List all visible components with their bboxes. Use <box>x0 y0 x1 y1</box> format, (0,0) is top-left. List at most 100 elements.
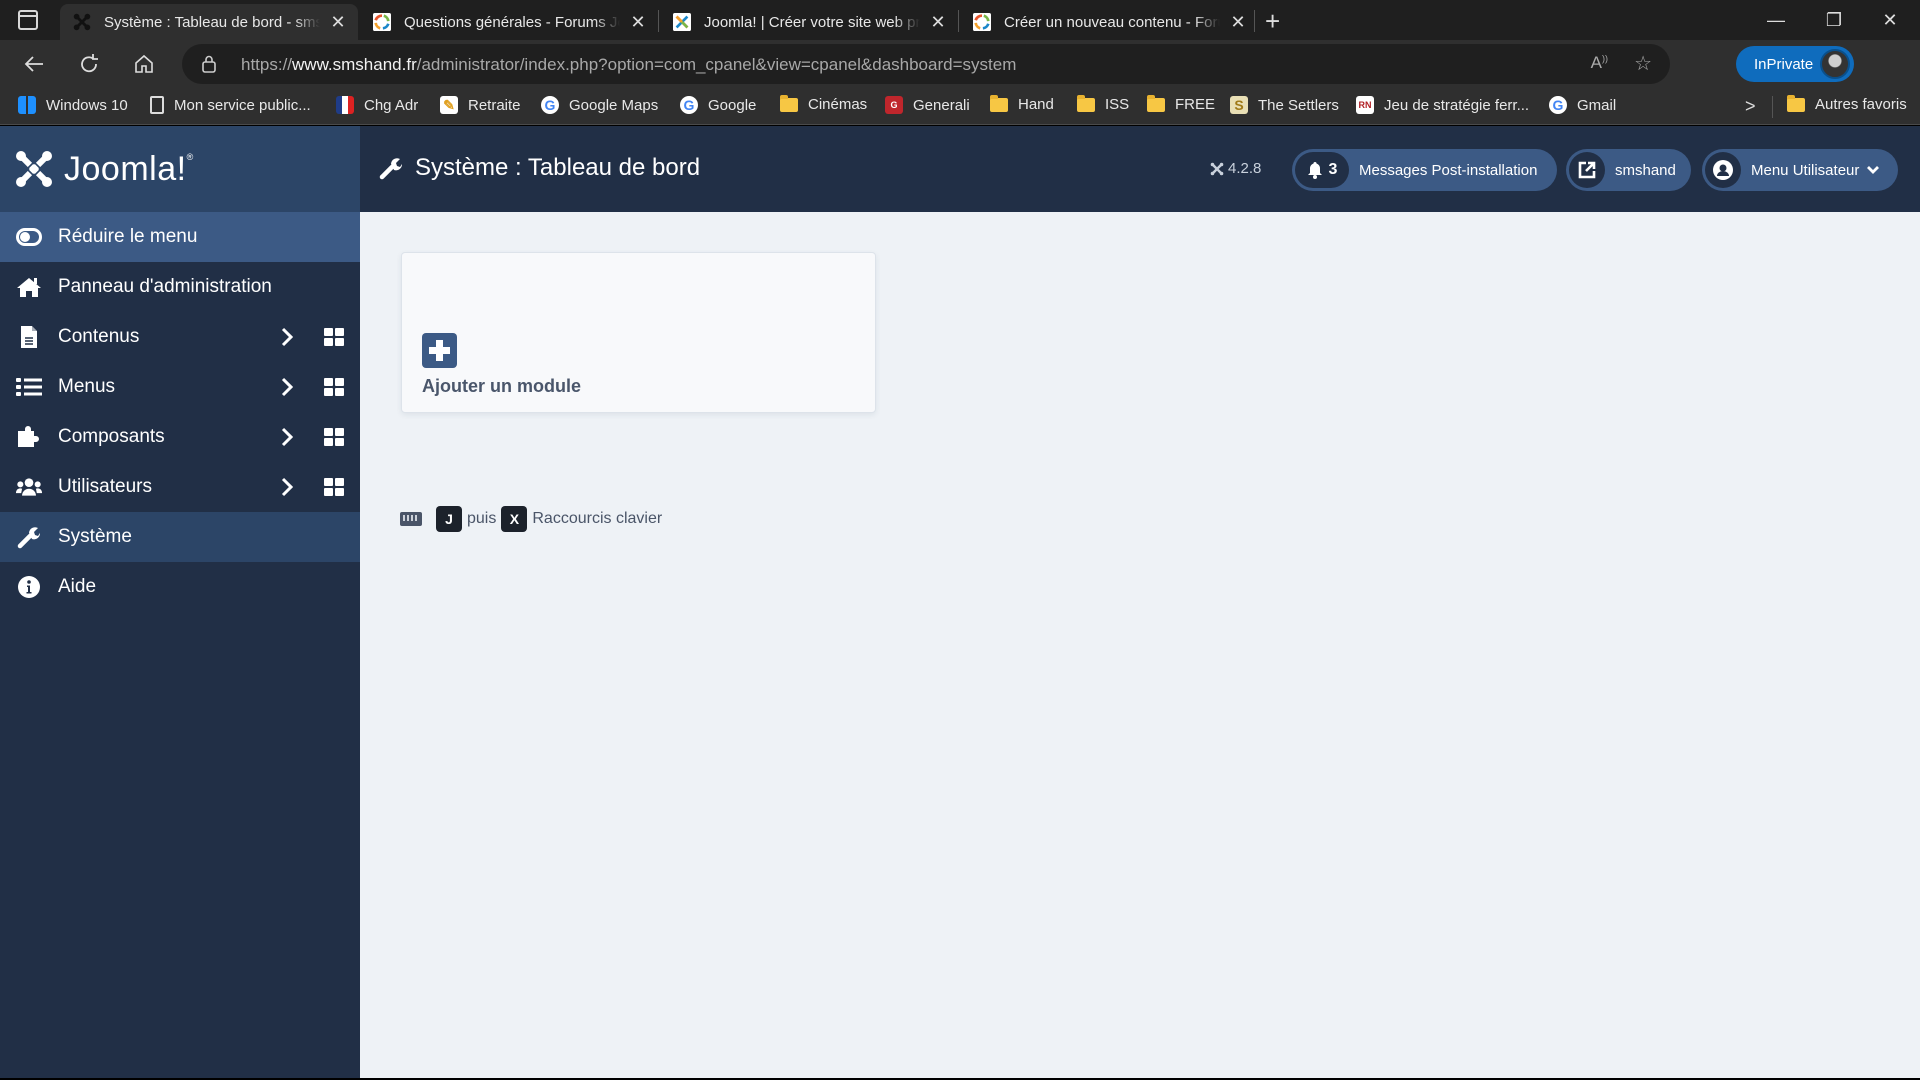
bookmark-item[interactable]: G Google <box>680 96 756 114</box>
joomla-icon <box>1210 162 1224 175</box>
joomla-icon <box>72 12 92 32</box>
close-tab-icon[interactable]: ✕ <box>1228 12 1248 33</box>
user-menu-button[interactable]: Menu Utilisateur <box>1702 149 1898 191</box>
page-icon <box>150 96 164 114</box>
wrench-icon <box>16 524 42 550</box>
bookmark-item[interactable]: Hand <box>990 94 1054 113</box>
sidebar-item-dashboard[interactable]: Panneau d'administration <box>0 262 360 312</box>
restore-button[interactable]: ❐ <box>1806 0 1862 40</box>
chevron-right-icon[interactable] <box>281 427 293 447</box>
user-menu-label: Menu Utilisateur <box>1751 161 1860 179</box>
sidebar-item-components[interactable]: Composants <box>0 412 360 462</box>
chevron-right-icon[interactable] <box>281 327 293 347</box>
bookmark-item[interactable]: G Gmail <box>1549 96 1616 114</box>
reload-icon <box>81 54 98 73</box>
bookmark-item[interactable]: G Generali <box>885 96 970 114</box>
inprivate-button[interactable]: InPrivate <box>1736 46 1854 82</box>
sidebar-item-content[interactable]: Contenus <box>0 312 360 362</box>
windows-icon <box>18 96 36 114</box>
settlers-icon: S <box>1230 96 1248 114</box>
joomla-forum-icon <box>372 12 392 32</box>
flag-icon <box>336 96 354 114</box>
tab-title: Créer un nouveau contenu - Forums Joomla <box>1004 13 1220 31</box>
chevron-right-icon[interactable] <box>281 477 293 497</box>
close-tab-icon[interactable]: ✕ <box>628 12 648 33</box>
bookmark-item[interactable]: G Google Maps <box>541 96 658 114</box>
home-icon <box>135 54 153 73</box>
notification-count: 3 <box>1328 161 1338 178</box>
joomla-icon <box>672 12 692 32</box>
post-installation-messages-button[interactable]: 3 Messages Post-installation <box>1292 149 1557 191</box>
bookmark-item[interactable]: ISS <box>1077 94 1129 113</box>
sidebar-item-label: Utilisateurs <box>58 476 152 497</box>
url-text[interactable]: https://www.smshand.fr/administrator/ind… <box>241 55 1016 75</box>
sidebar-item-label: Menus <box>58 376 116 397</box>
profile-avatar <box>1820 49 1850 79</box>
bookmark-item[interactable]: FREE <box>1147 94 1215 113</box>
bookmark-item[interactable]: ✎ Retraite <box>440 96 521 114</box>
bookmark-item[interactable]: RN Jeu de stratégie ferr... <box>1356 96 1529 114</box>
chevron-right-icon[interactable] <box>281 377 293 397</box>
joomla-logo[interactable]: Joomla!® <box>0 126 360 212</box>
list-icon <box>16 374 42 400</box>
browser-tab-active[interactable]: Système : Tableau de bord - smshand ✕ <box>60 4 358 40</box>
other-favorites[interactable]: Autres favoris <box>1787 94 1907 113</box>
folder-icon <box>990 94 1008 112</box>
bookmark-item[interactable]: Windows 10 <box>18 96 128 114</box>
lock-icon <box>202 55 216 73</box>
joomla-logo-icon <box>16 151 52 187</box>
close-tab-icon[interactable]: ✕ <box>328 12 348 33</box>
bookmark-item[interactable]: Cinémas <box>780 94 867 113</box>
reload-button[interactable] <box>73 48 105 80</box>
site-label: smshand <box>1615 161 1676 179</box>
brand-text: Joomla!® <box>64 149 194 188</box>
browser-tab[interactable]: Créer un nouveau contenu - Forums Joomla… <box>960 4 1258 40</box>
plus-square-icon <box>422 333 457 368</box>
browser-tab[interactable]: Questions générales - Forums Joomla ✕ <box>360 4 658 40</box>
sidebar-item-help[interactable]: Aide <box>0 562 360 612</box>
arrow-left-icon <box>24 56 43 72</box>
google-icon: G <box>1549 96 1567 114</box>
tab-actions-button[interactable] <box>18 10 38 30</box>
add-favorite-icon[interactable]: ☆ <box>1634 51 1652 76</box>
close-window-button[interactable]: ✕ <box>1862 0 1918 40</box>
sidebar-item-label: Aide <box>58 576 97 597</box>
dashboard-grid-icon[interactable] <box>324 428 344 446</box>
bookmarks-separator <box>1772 96 1773 118</box>
dashboard-grid-icon[interactable] <box>324 378 344 396</box>
then-text: puis <box>467 510 497 527</box>
users-icon <box>16 474 42 500</box>
file-icon <box>16 324 42 350</box>
home-button[interactable] <box>128 48 160 80</box>
close-tab-icon[interactable]: ✕ <box>928 12 948 33</box>
keyboard-icon <box>400 512 422 526</box>
minimize-button[interactable]: — <box>1748 0 1804 40</box>
bookmark-item[interactable]: Chg Adr <box>336 96 418 114</box>
read-aloud-icon[interactable]: A)) <box>1591 53 1608 73</box>
sidebar-item-users[interactable]: Utilisateurs <box>0 462 360 512</box>
sidebar-item-system[interactable]: Système <box>0 512 360 562</box>
sidebar-item-toggle-menu[interactable]: Réduire le menu <box>0 212 360 262</box>
bookmark-item[interactable]: S The Settlers <box>1230 96 1339 114</box>
address-bar[interactable]: https://www.smshand.fr/administrator/ind… <box>182 44 1670 84</box>
folder-icon <box>1077 94 1095 112</box>
user-circle-icon <box>1705 152 1741 188</box>
page-header: Système : Tableau de bord 4.2.8 3 Messag… <box>360 126 1920 212</box>
home-icon <box>16 274 42 300</box>
tab-title: Joomla! | Créer votre site web professio… <box>704 13 920 31</box>
back-button[interactable] <box>18 48 50 80</box>
joomla-admin-page: Joomla!® Réduire le menu Panneau d'admin… <box>0 126 1920 1078</box>
bookmark-item[interactable]: Mon service public... <box>150 96 311 114</box>
dashboard-grid-icon[interactable] <box>324 478 344 496</box>
railnation-icon: RN <box>1356 96 1374 114</box>
keyboard-shortcuts-hint[interactable]: J puis X Raccourcis clavier <box>400 506 667 532</box>
dashboard-grid-icon[interactable] <box>324 328 344 346</box>
add-module-card[interactable]: Ajouter un module <box>401 252 876 413</box>
browser-toolbar: https://www.smshand.fr/administrator/ind… <box>0 40 1920 112</box>
view-site-button[interactable]: smshand <box>1566 149 1691 191</box>
browser-tab[interactable]: Joomla! | Créer votre site web professio… <box>660 4 958 40</box>
sidebar-item-menus[interactable]: Menus <box>0 362 360 412</box>
bookmarks-overflow-chevron-icon[interactable]: > <box>1745 96 1756 117</box>
new-tab-button[interactable]: + <box>1265 6 1280 37</box>
sidebar-item-label: Contenus <box>58 326 140 347</box>
